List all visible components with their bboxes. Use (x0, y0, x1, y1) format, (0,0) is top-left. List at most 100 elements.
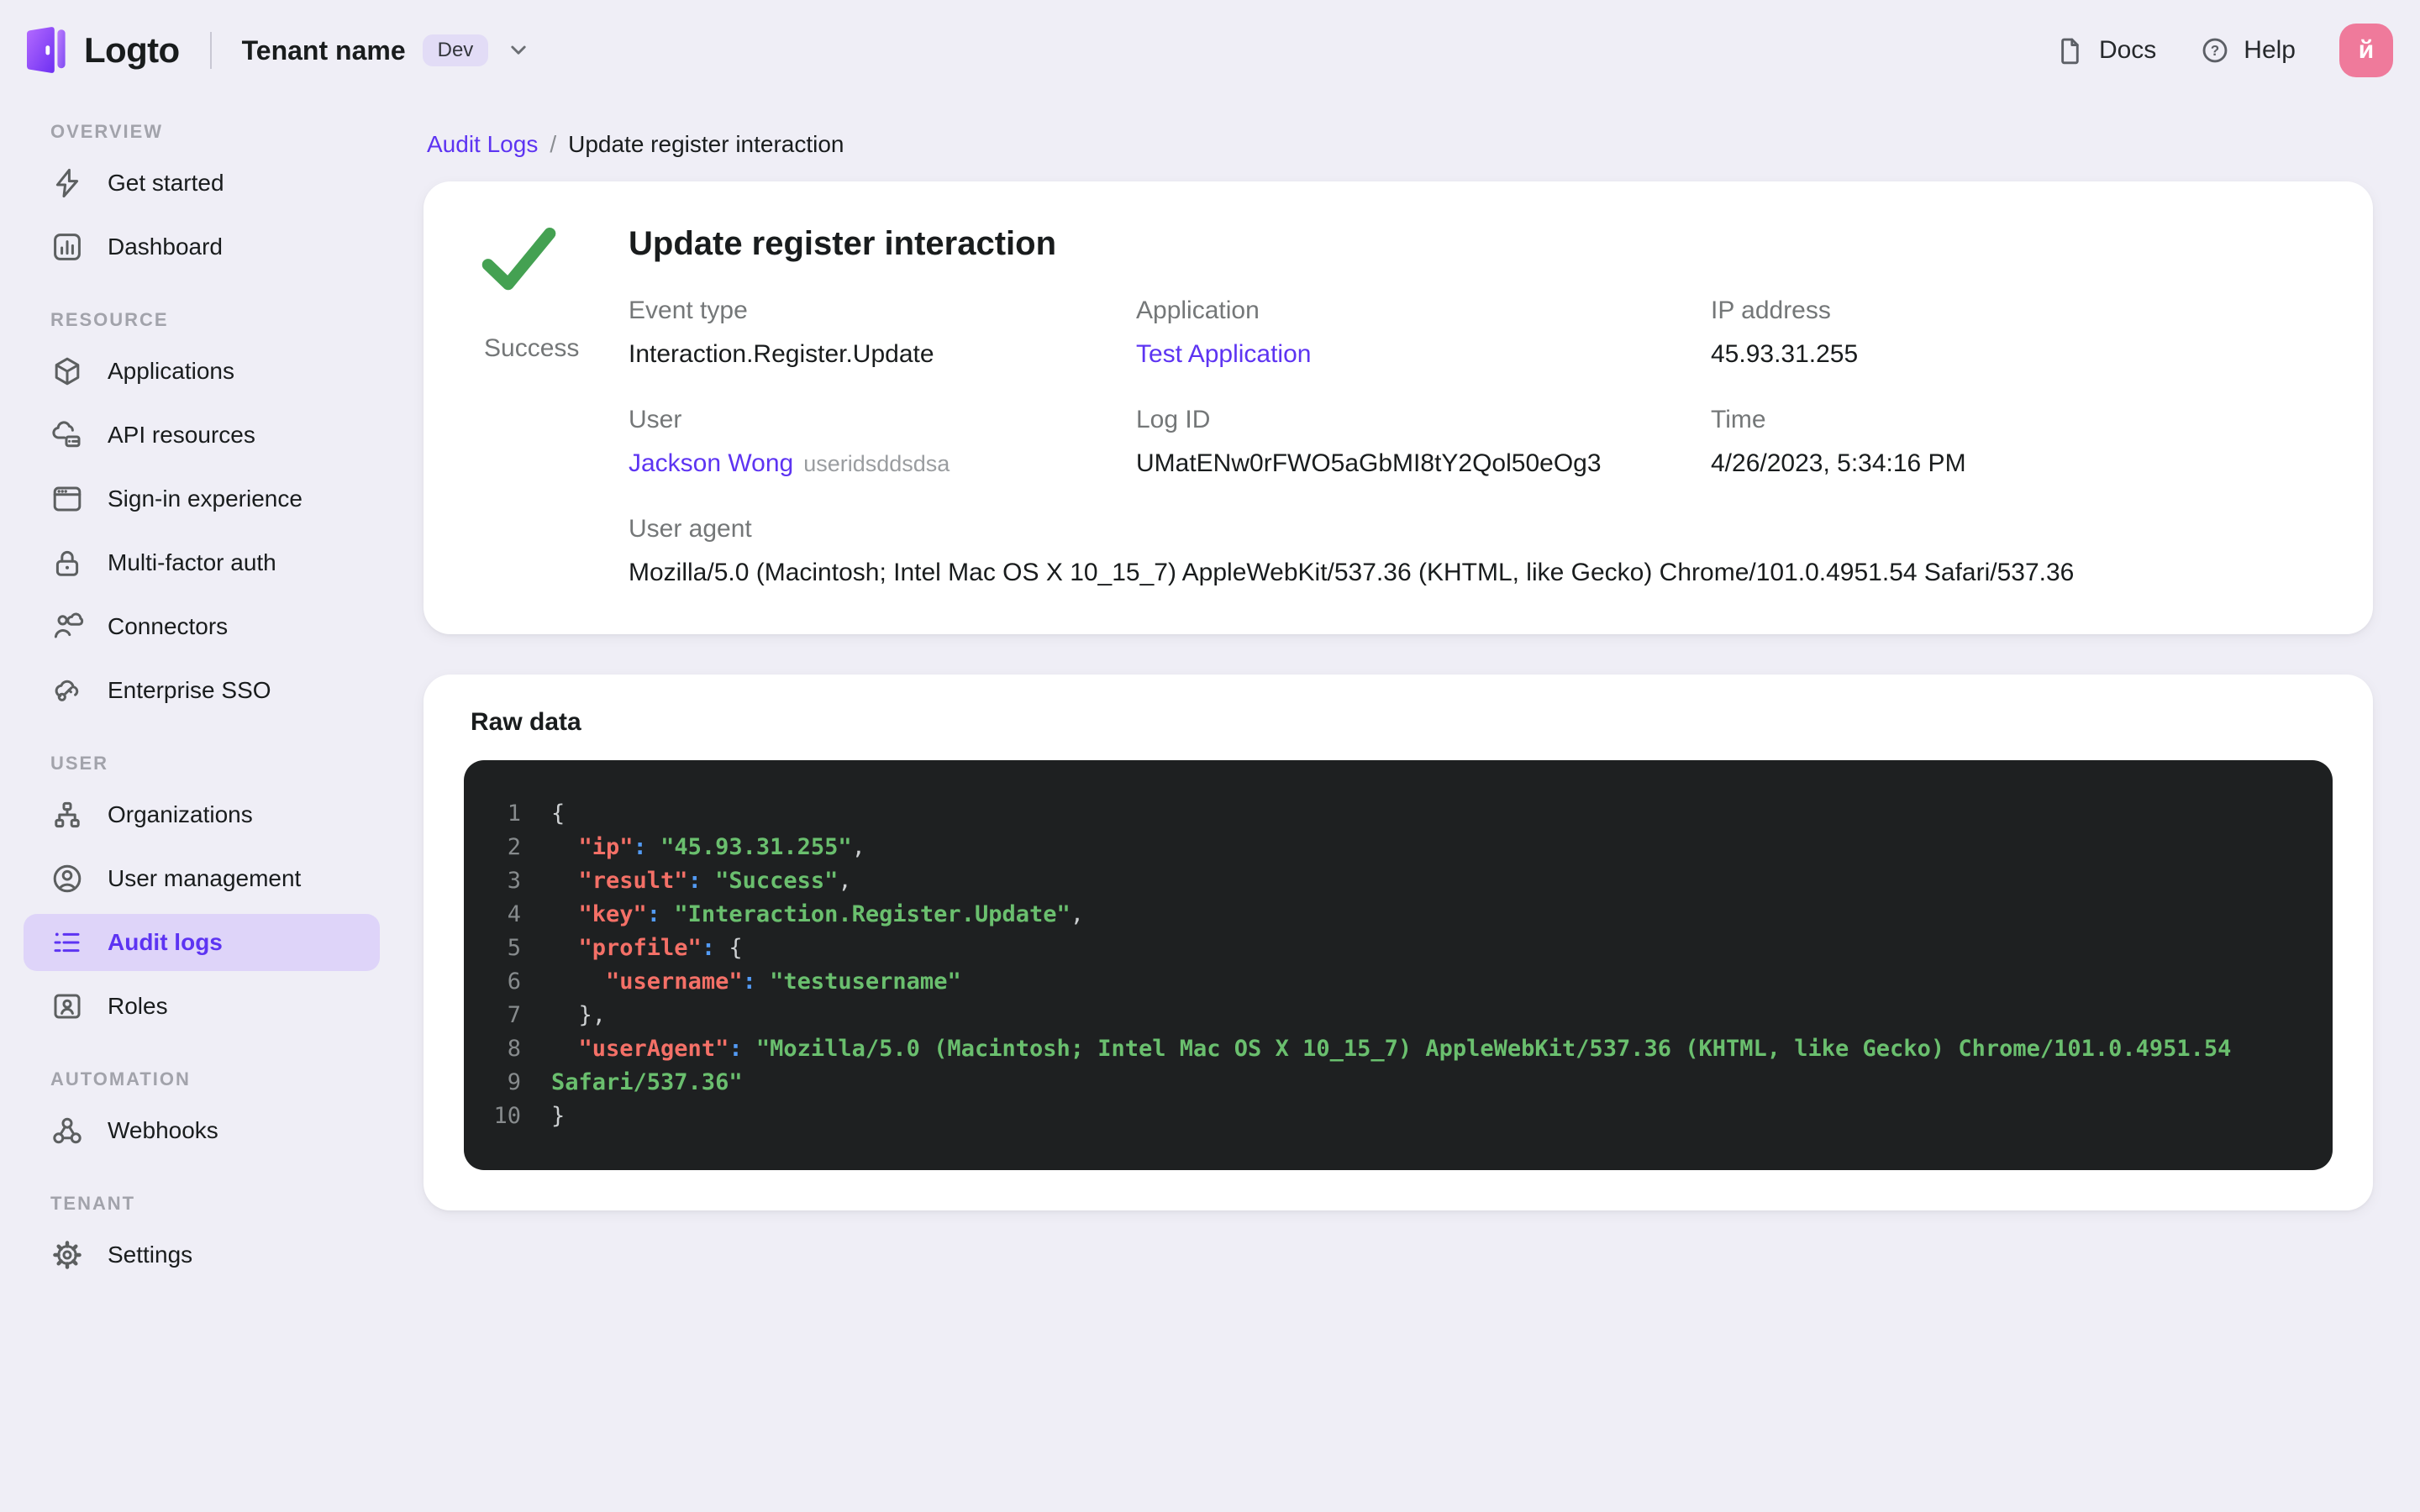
sidebar-item-enterprise-sso[interactable]: Enterprise SSO (24, 662, 380, 719)
success-check-icon (481, 225, 558, 294)
user-circle-icon (50, 862, 84, 895)
code-text: "ip": "45.93.31.255", (578, 834, 865, 860)
field-value: UMatENw0rFWO5aGbMI8tY2Qol50eOg3 (1136, 449, 1711, 478)
sidebar-item-applications[interactable]: Applications (24, 343, 380, 400)
browser-icon (50, 482, 84, 516)
topbar-actions: Docs ? Help й (2055, 24, 2393, 77)
line-number: 9 (507, 1069, 521, 1095)
sidebar-item-audit-logs[interactable]: Audit logs (24, 914, 380, 971)
code-line: 4 "key": "Interaction.Register.Update", (481, 898, 2306, 932)
raw-data-card: Raw data 1{2 "ip": "45.93.31.255", 3 "res… (424, 675, 2373, 1210)
chevron-down-icon (505, 37, 532, 64)
sidebar-section-resource: RESOURCE Applications API resources Sign-in… (0, 309, 403, 719)
sidebar-item-label: User management (108, 865, 302, 891)
field-user: User Jackson Wong useridsddsdsa (629, 406, 1136, 478)
code-line: 5 "profile": { (481, 932, 2306, 965)
field-user-agent: User agent Mozilla/5.0 (Macintosh; Intel… (629, 515, 2326, 587)
line-number: 1 (507, 801, 521, 827)
status-column: Success (471, 225, 629, 587)
sidebar-item-webhooks[interactable]: Webhooks (24, 1102, 380, 1159)
code-lines: 1{2 "ip": "45.93.31.255", 3 "result": "Su… (481, 797, 2306, 1133)
code-line: 7 }, (481, 999, 2306, 1032)
sidebar-item-connectors[interactable]: Connectors (24, 598, 380, 655)
lock-icon (50, 546, 84, 580)
line-number: 2 (507, 834, 521, 860)
sidebar-item-label: Applications (108, 358, 234, 384)
user-link[interactable]: Jackson Wong (629, 449, 793, 477)
code-text: "username": "testusername" (606, 969, 961, 995)
sidebar-item-api-resources[interactable]: API resources (24, 407, 380, 464)
sidebar-item-label: Organizations (108, 801, 253, 827)
line-number: 5 (507, 935, 521, 961)
logto-brand: Logto (24, 25, 180, 76)
sidebar-item-label: Dashboard (108, 234, 223, 260)
breadcrumb-separator: / (550, 131, 557, 157)
help-label: Help (2244, 36, 2296, 64)
user-id-text: useridsddsdsa (803, 451, 950, 476)
field-label: Application (1136, 297, 1260, 324)
code-text: "key": "Interaction.Register.Update", (578, 901, 1084, 927)
logto-console: Logto Tenant name Dev Docs ? Help й OVER… (0, 0, 2420, 1512)
code-line: 9 Safari/537.36" (481, 1066, 2306, 1100)
cloud-server-icon (50, 418, 84, 452)
field-time: Time 4/26/2023, 5:34:16 PM (1711, 406, 2326, 478)
field-label: Time (1711, 406, 1766, 433)
sidebar-item-get-started[interactable]: Get started (24, 155, 380, 212)
application-link[interactable]: Test Application (1136, 340, 1311, 368)
sidebar-section-title: AUTOMATION (50, 1068, 191, 1089)
field-label: IP address (1711, 297, 1831, 324)
line-number: 8 (507, 1036, 521, 1062)
main-content: Audit Logs / Update register interaction S… (403, 101, 2420, 1210)
sidebar-section-title: OVERVIEW (50, 121, 164, 142)
field-value: Mozilla/5.0 (Macintosh; Intel Mac OS X 1… (629, 559, 2075, 586)
sidebar-item-label: Get started (108, 170, 224, 196)
code-line: 2 "ip": "45.93.31.255", (481, 831, 2306, 864)
sidebar-item-label: Connectors (108, 613, 229, 639)
sidebar-item-organizations[interactable]: Organizations (24, 786, 380, 843)
field-value-text: 45.93.31.255 (1711, 340, 1859, 368)
logto-logo-icon (24, 25, 69, 76)
docs-button[interactable]: Docs (2055, 35, 2156, 66)
audit-log-detail-card: Success Update register interaction Even… (424, 181, 2373, 634)
lightning-icon (50, 166, 84, 200)
sidebar-item-label: Enterprise SSO (108, 677, 271, 703)
code-text: } (551, 1103, 566, 1129)
sidebar-item-label: Audit logs (108, 929, 223, 955)
sidebar-item-label: Sign-in experience (108, 486, 302, 512)
sidebar-item-multi-factor-auth[interactable]: Multi-factor auth (24, 534, 380, 591)
code-text: Safari/537.36" (551, 1069, 743, 1095)
sidebar-item-sign-in-experience[interactable]: Sign-in experience (24, 470, 380, 528)
line-number: 10 (493, 1103, 521, 1129)
code-text: { (551, 801, 566, 827)
help-button[interactable]: ? Help (2200, 35, 2296, 66)
breadcrumb: Audit Logs / Update register interaction (427, 131, 2373, 158)
field-label: User agent (629, 515, 752, 543)
field-value: 45.93.31.255 (1711, 340, 2326, 369)
sidebar-item-dashboard[interactable]: Dashboard (24, 218, 380, 276)
field-value: Test Application (1136, 340, 1711, 369)
sidebar-item-roles[interactable]: Roles (24, 978, 380, 1035)
tenant-name: Tenant name (241, 34, 406, 66)
sidebar-item-label: Multi-factor auth (108, 549, 276, 575)
tenant-switcher[interactable]: Tenant name Dev (242, 34, 533, 66)
sidebar-section-user: USER Organizations User management Audit lo… (0, 753, 403, 1035)
breadcrumb-audit-logs-link[interactable]: Audit Logs (427, 131, 538, 157)
raw-data-code-block: 1{2 "ip": "45.93.31.255", 3 "result": "Su… (464, 760, 2333, 1170)
sidebar-section-overview: OVERVIEW Get started Dashboard (0, 121, 403, 276)
sidebar-section-automation: AUTOMATION Webhooks (0, 1068, 403, 1159)
field-log-id: Log ID UMatENw0rFWO5aGbMI8tY2Qol50eOg3 (1136, 406, 1711, 478)
sidebar-item-settings[interactable]: Settings (24, 1226, 380, 1284)
detail-fields: Event type Interaction.Register.Update App… (629, 297, 2326, 478)
field-value-text: UMatENw0rFWO5aGbMI8tY2Qol50eOg3 (1136, 449, 1602, 477)
sidebar-item-label: Webhooks (108, 1117, 218, 1143)
code-line: 8 "userAgent": "Mozilla/5.0 (Macintosh; … (481, 1032, 2306, 1066)
line-number: 7 (507, 1002, 521, 1028)
code-line: 10} (481, 1100, 2306, 1133)
field-label: Log ID (1136, 406, 1211, 433)
user-avatar[interactable]: й (2339, 24, 2393, 77)
field-application: Application Test Application (1136, 297, 1711, 369)
sidebar-section-title: RESOURCE (50, 309, 169, 330)
sidebar-item-label: Settings (108, 1242, 193, 1268)
code-text: "result": "Success", (578, 868, 852, 894)
sidebar-item-user-management[interactable]: User management (24, 850, 380, 907)
